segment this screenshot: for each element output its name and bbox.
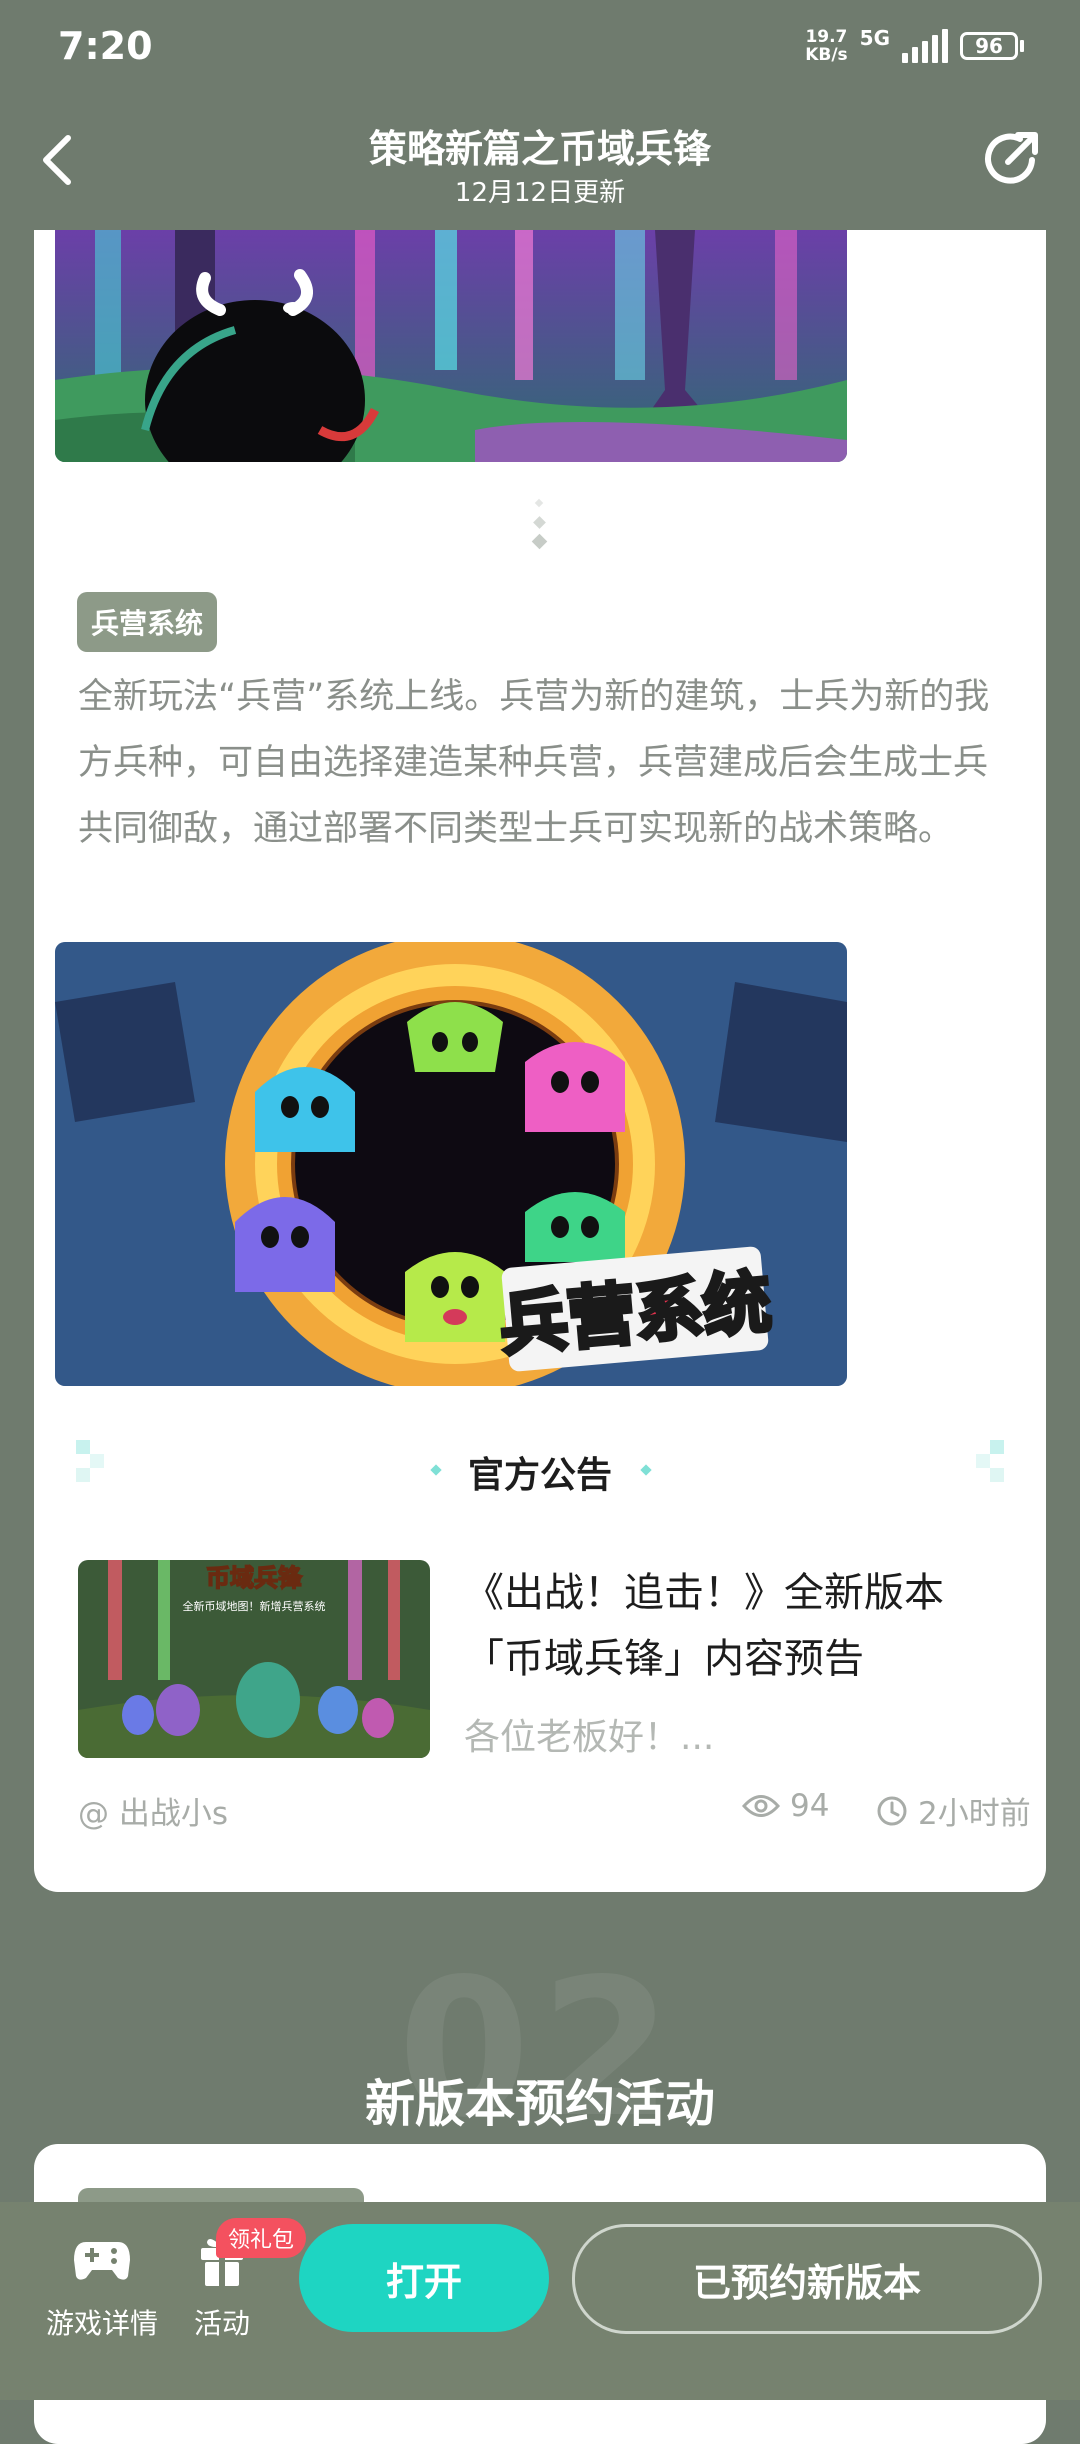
game-details-tab[interactable]: 游戏详情 [42,2230,162,2342]
open-game-button[interactable]: 打开 [299,2224,549,2332]
gamepad-icon [74,2242,130,2280]
divider-dots [531,498,548,550]
section2-title: 新版本预约活动 [365,2075,715,2133]
network-type: 5G [859,26,890,50]
battery-level: 96 [960,32,1018,60]
diamond-icon [640,1464,652,1476]
share-arrow-icon [985,132,1038,184]
bottom-action-bar: 游戏详情 活动 领礼包 打开 已预约新版本 [0,2202,1080,2400]
news-excerpt: 各位老板好！... [464,1717,715,1758]
feature-tag: 兵营系统 [77,592,218,652]
eye-icon [742,1795,780,1817]
game-details-label: 游戏详情 [45,2307,158,2340]
status-bar: 7:20 19.7 KB/s 5G 96 [0,0,1080,100]
network-speed: 19.7 KB/s [805,27,848,65]
post-time-value: 2小时前 [918,1796,1031,1832]
thumb-subtitle: 全新币域地图！新增兵营系统 [183,1599,326,1613]
status-time: 7:20 [58,24,153,68]
battery-icon: 96 [960,32,1024,60]
forest-monster-image [55,230,847,462]
feature-description: 全新玩法“兵营”系统上线。兵营为新的建筑，士兵为新的我方兵种，可自由选择建造某种… [78,677,990,849]
news-title[interactable]: 《出战！追击！》全新版本「币域兵锋」内容预告 [464,1560,1004,1692]
view-count-value: 94 [790,1788,830,1824]
clock-icon [877,1796,907,1825]
view-count: 94 [742,1788,829,1824]
share-button[interactable] [980,126,1046,192]
gift-badge: 领礼包 [216,2218,307,2258]
news-item[interactable]: 币域兵锋 全新币域地图！新增兵营系统 《出战！追击！》全新版本「币域兵锋」内容预… [78,1560,1008,1760]
content-card: 兵营系统 全新玩法“兵营”系统上线。兵营为新的建筑，士兵为新的我方兵种，可自由选… [34,230,1046,1892]
news-thumbnail: 币域兵锋 全新币域地图！新增兵营系统 [78,1560,430,1758]
reserved-version-button[interactable]: 已预约新版本 [572,2224,1042,2334]
page-subtitle: 12月12日更新 [454,178,626,208]
top-header: 策略新篇之币域兵锋 12月12日更新 [0,100,1080,230]
status-icons: 19.7 KB/s 5G 96 [805,26,1024,65]
news-meta: @ 出战小s 94 2小时前 [78,1782,1038,1832]
page-title: 策略新篇之币域兵锋 [368,127,711,171]
post-time: 2小时前 [876,1788,1031,1833]
activity-label: 活动 [193,2307,250,2340]
announcement-title: 官方公告 [467,1455,612,1496]
signal-icon [902,29,948,63]
thumb-title: 币域兵锋 [206,1564,303,1592]
news-author[interactable]: @ 出战小s [78,1788,228,1833]
slime-green-top [407,1002,503,1072]
barracks-system-image: 兵营系统 [55,942,847,1386]
